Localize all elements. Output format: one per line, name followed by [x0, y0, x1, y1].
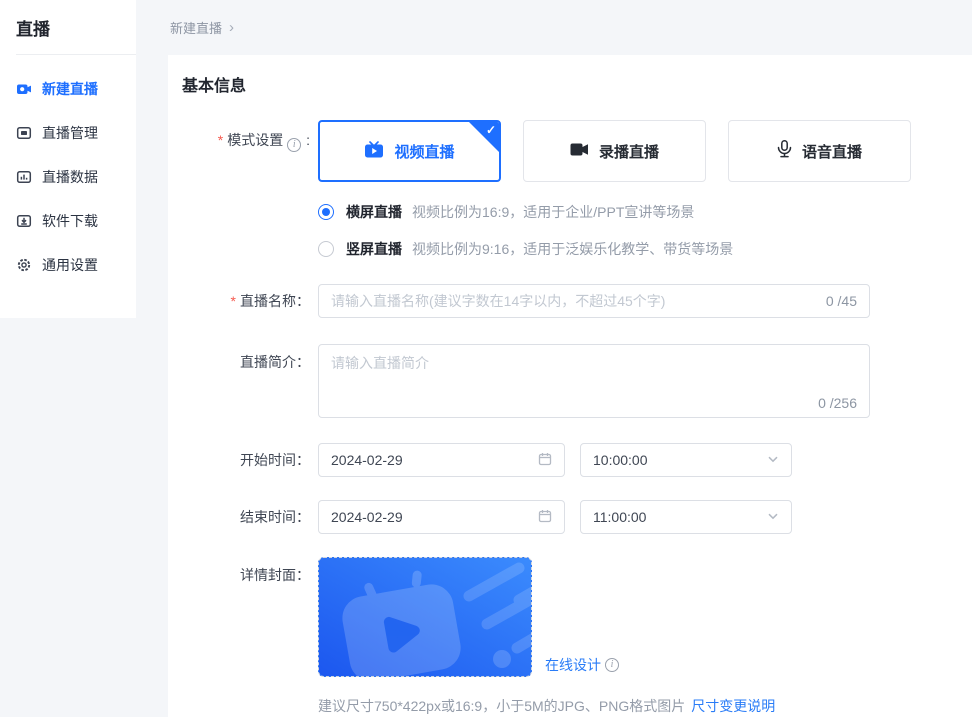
sidebar-item-live-data[interactable]: 直播数据 — [0, 155, 136, 199]
mode-video-live-button[interactable]: 视频直播 ✓ — [318, 120, 501, 182]
landscape-radio-desc: 视频比例为16:9，适用于企业/PPT宣讲等场景 — [412, 204, 695, 220]
sidebar-item-software-download[interactable]: 软件下载 — [0, 199, 136, 243]
cover-image-upload[interactable] — [318, 557, 532, 677]
live-intro-label: 直播简介： — [240, 354, 310, 370]
live-intro-textarea[interactable] — [319, 345, 869, 397]
calendar-icon — [538, 452, 552, 469]
info-icon[interactable]: i — [287, 138, 302, 152]
start-time-row: 开始时间： 10:00:00 — [168, 443, 972, 477]
microphone-icon — [777, 140, 792, 162]
end-time-row: 结束时间： 11:00:00 — [168, 500, 972, 534]
portrait-radio[interactable] — [318, 241, 334, 257]
video-camera-icon — [570, 142, 589, 161]
camera-create-icon — [16, 81, 32, 97]
bar-chart-icon — [16, 169, 32, 185]
mode-button-label: 录播直播 — [598, 143, 659, 161]
orientation-portrait-option: 竖屏直播 视频比例为9:16，适用于泛娱乐化教学、带货等场景 — [318, 239, 911, 259]
size-change-link[interactable]: 尺寸变更说明 — [691, 698, 775, 714]
monitor-icon — [16, 125, 32, 141]
live-name-row: *直播名称： 0 /45 — [168, 284, 972, 318]
cover-hint-text: 建议尺寸750*422px或16:9，小于5M的JPG、PNG格式图片 — [318, 698, 686, 714]
app-title: 直播 — [16, 20, 50, 39]
mode-buttons: 视频直播 ✓ 录播直播 语音直播 — [318, 120, 911, 182]
breadcrumb-separator-icon: › — [229, 19, 235, 36]
chevron-down-icon — [767, 452, 779, 468]
landscape-radio[interactable] — [318, 204, 334, 220]
download-icon — [16, 213, 32, 229]
end-date-picker[interactable] — [318, 500, 565, 534]
end-time-label: 结束时间： — [240, 509, 310, 525]
live-name-input-box: 0 /45 — [318, 284, 870, 318]
cover-row: 详情封面： 在线设计 i 建议尺寸750*422px或16:9，小于5M的JPG… — [168, 557, 972, 716]
sidebar-item-new-live[interactable]: 新建直播 — [0, 67, 136, 111]
create-live-form: * 模式设置 i : 视频直播 ✓ 录播直播 语音直播 横屏直播 视频比例为16… — [168, 120, 972, 716]
start-time-label: 开始时间： — [240, 452, 310, 468]
online-design-link[interactable]: 在线设计 — [545, 655, 601, 675]
sidebar: 直播 新建直播 直播管理 直播数据 软件下载 通用设置 — [0, 0, 136, 318]
section-title: 基本信息 — [182, 78, 247, 95]
check-icon: ✓ — [485, 123, 496, 137]
sidebar-item-label: 直播数据 — [42, 169, 98, 185]
start-date-picker[interactable] — [318, 443, 565, 477]
end-time-select[interactable]: 11:00:00 — [580, 500, 792, 534]
gear-icon — [16, 257, 32, 273]
portrait-radio-label[interactable]: 竖屏直播 — [346, 239, 402, 259]
live-name-counter: 0 /45 — [825, 293, 857, 309]
start-time-select[interactable]: 10:00:00 — [580, 443, 792, 477]
end-time-value: 11:00:00 — [593, 509, 647, 525]
live-intro-counter: 0 /256 — [818, 395, 857, 411]
live-intro-row: 直播简介： 0 /256 — [168, 344, 972, 418]
sidebar-item-label: 直播管理 — [42, 125, 98, 141]
live-name-input[interactable] — [331, 293, 818, 309]
sidebar-item-live-manage[interactable]: 直播管理 — [0, 111, 136, 155]
end-date-value[interactable] — [331, 509, 538, 525]
sidebar-menu: 新建直播 直播管理 直播数据 软件下载 通用设置 — [0, 55, 136, 287]
mode-record-live-button[interactable]: 录播直播 — [523, 120, 706, 182]
info-icon[interactable]: i — [605, 658, 619, 672]
mode-setting-label: * 模式设置 i : — [217, 132, 310, 152]
live-name-label: * 直播名称： — [230, 293, 310, 309]
tv-play-icon — [364, 140, 384, 162]
mode-button-label: 语音直播 — [801, 143, 862, 161]
cover-hint: 建议尺寸750*422px或16:9，小于5M的JPG、PNG格式图片 尺寸变更说… — [318, 696, 775, 716]
live-intro-textarea-box: 0 /256 — [318, 344, 870, 418]
breadcrumb: 新建直播 › — [170, 0, 234, 55]
start-time-value: 10:00:00 — [593, 452, 648, 468]
mode-voice-live-button[interactable]: 语音直播 — [728, 120, 911, 182]
sidebar-item-label: 通用设置 — [42, 257, 98, 273]
breadcrumb-current[interactable]: 新建直播 — [170, 18, 222, 37]
sidebar-item-label: 新建直播 — [42, 81, 98, 97]
cover-preview-image — [319, 558, 531, 676]
required-mark: * — [230, 293, 236, 309]
start-date-value[interactable] — [331, 452, 538, 468]
landscape-radio-label[interactable]: 横屏直播 — [346, 202, 402, 222]
orientation-landscape-option: 横屏直播 视频比例为16:9，适用于企业/PPT宣讲等场景 — [318, 202, 911, 222]
mode-setting-row: * 模式设置 i : 视频直播 ✓ 录播直播 语音直播 横屏直播 视频比例为16… — [168, 120, 972, 259]
cover-label: 详情封面： — [240, 567, 310, 583]
portrait-radio-desc: 视频比例为9:16，适用于泛娱乐化教学、带货等场景 — [412, 241, 734, 257]
mode-button-label: 视频直播 — [394, 143, 455, 161]
calendar-icon — [538, 509, 552, 526]
content-card: 基本信息 * 模式设置 i : 视频直播 ✓ 录播直播 语音直播 横屏直播 视频… — [168, 55, 972, 717]
required-mark: * — [217, 132, 224, 148]
chevron-down-icon — [767, 509, 779, 525]
sidebar-item-general-settings[interactable]: 通用设置 — [0, 243, 136, 287]
sidebar-item-label: 软件下载 — [42, 213, 98, 229]
